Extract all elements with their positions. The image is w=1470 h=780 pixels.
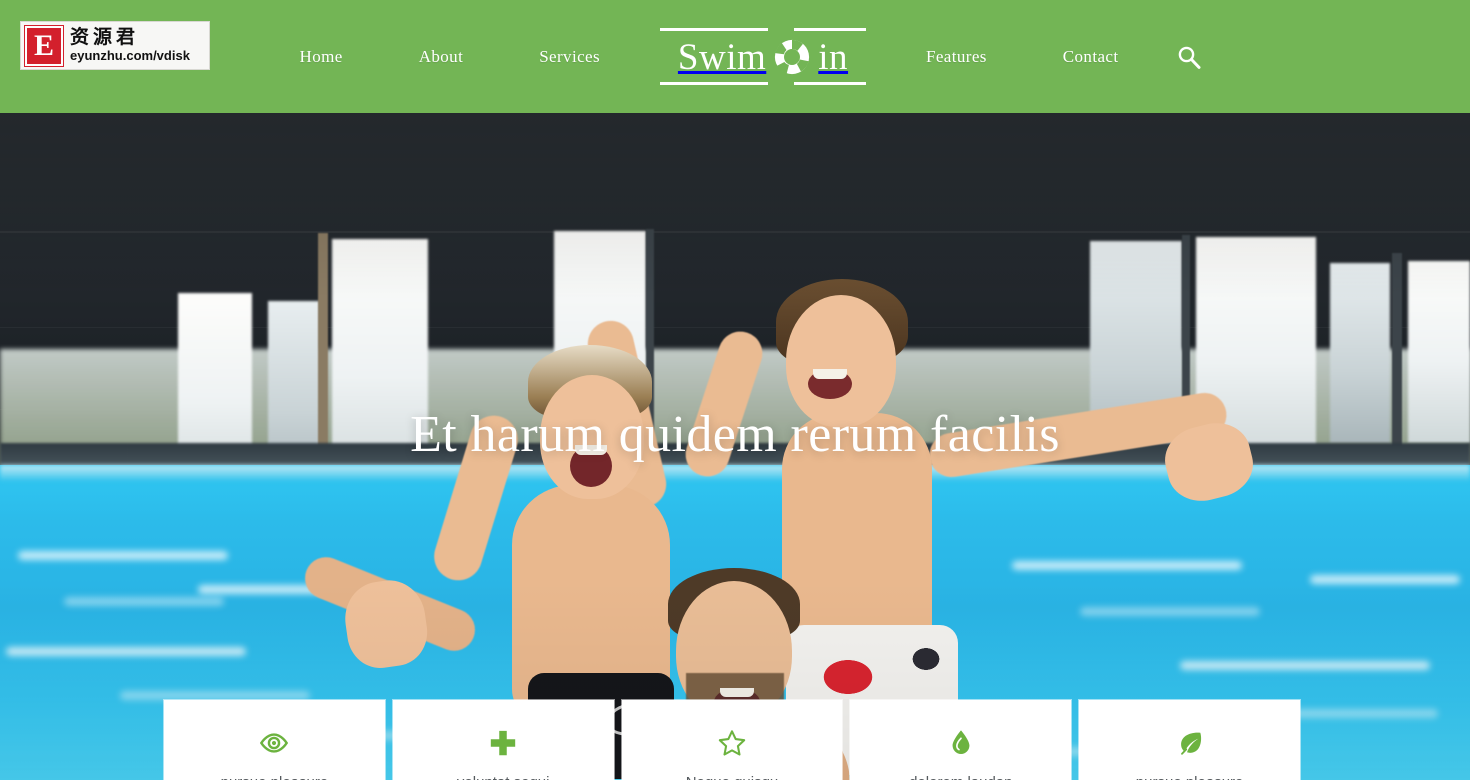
feature-card-3[interactable]: Neque quisqu bbox=[621, 700, 843, 780]
brand-word-left: Swim bbox=[677, 36, 767, 78]
feature-card-label: dolorem laudan bbox=[909, 774, 1012, 780]
hero-photo bbox=[0, 113, 1470, 780]
main-navigation: Home About Services Swim in Features Con… bbox=[0, 0, 1470, 113]
brand-rule-top bbox=[659, 28, 866, 31]
feature-card-label: Neque quisqu bbox=[686, 774, 779, 780]
page-root: E 资源君 eyunzhu.com/vdisk Home About Servi… bbox=[0, 0, 1470, 780]
feature-card-2[interactable]: voluntat sequi bbox=[392, 700, 614, 780]
hero-section: Et harum quidem rerum facilis bbox=[0, 113, 1470, 780]
site-header: E 资源君 eyunzhu.com/vdisk Home About Servi… bbox=[0, 0, 1470, 113]
nav-group-right: Features Contact bbox=[888, 38, 1208, 76]
search-icon bbox=[1179, 46, 1201, 69]
droplet-icon bbox=[952, 730, 970, 754]
search-button[interactable] bbox=[1170, 38, 1208, 76]
feature-card-5[interactable]: pursue pleasure bbox=[1079, 700, 1300, 780]
nav-item-contact[interactable]: Contact bbox=[1053, 41, 1129, 73]
feature-card-label: voluntat sequi bbox=[457, 774, 550, 780]
feature-cards: pursue pleasure voluntat sequi Neque qui… bbox=[164, 700, 1300, 780]
nav-group-left: Home About Services bbox=[262, 41, 638, 73]
eye-icon bbox=[260, 733, 289, 753]
plus-icon bbox=[491, 730, 516, 756]
feature-card-label: pursue pleasure bbox=[221, 774, 329, 780]
star-icon bbox=[718, 730, 746, 756]
brand-word-right: in bbox=[818, 36, 849, 78]
leaf-icon bbox=[1180, 732, 1201, 755]
lifebuoy-icon bbox=[775, 39, 810, 75]
nav-item-home[interactable]: Home bbox=[290, 41, 353, 73]
nav-item-features[interactable]: Features bbox=[916, 41, 997, 73]
nav-item-services[interactable]: Services bbox=[529, 41, 610, 73]
feature-card-label: pursue pleasure bbox=[1136, 774, 1244, 780]
feature-card-4[interactable]: dolorem laudan bbox=[850, 700, 1072, 780]
brand-wordmark: Swim in bbox=[678, 38, 848, 76]
nav-item-about[interactable]: About bbox=[409, 41, 474, 73]
brand-rule-bottom bbox=[659, 82, 866, 85]
brand-logo[interactable]: Swim in bbox=[656, 28, 870, 85]
feature-card-1[interactable]: pursue pleasure bbox=[164, 700, 385, 780]
